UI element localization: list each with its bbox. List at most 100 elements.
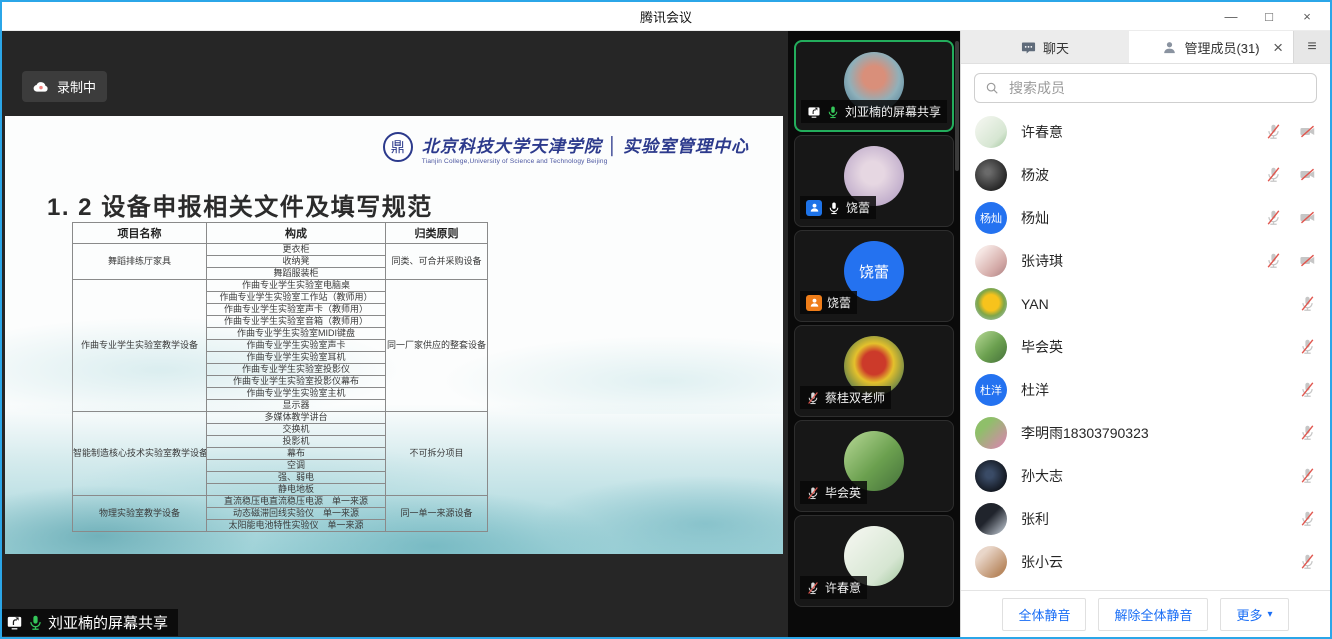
- mic-muted-icon[interactable]: [1265, 123, 1282, 140]
- video-tile[interactable]: 刘亚楠的屏幕共享: [794, 40, 954, 132]
- share-banner-label: 刘亚楠的屏幕共享: [48, 612, 168, 633]
- member-row[interactable]: 张小云: [961, 540, 1330, 583]
- member-avatar: 杜洋: [975, 374, 1007, 406]
- main-content: 录制中 鼎 北京科技大学天津学院│实验室管理中心 Tianjin College…: [2, 31, 1330, 637]
- tile-name-badge: 许春意: [800, 576, 867, 599]
- screen-share-banner: 刘亚楠的屏幕共享: [2, 609, 178, 636]
- panel-close-icon[interactable]: ×: [1273, 39, 1283, 56]
- tab-manage-members[interactable]: 管理成员(31) ··· ×: [1129, 31, 1293, 63]
- member-avatar: [975, 417, 1007, 449]
- slide-header: 鼎 北京科技大学天津学院│实验室管理中心 Tianjin College,Uni…: [5, 116, 783, 165]
- mic-muted-icon[interactable]: [1265, 166, 1282, 183]
- camera-muted-icon[interactable]: [1299, 123, 1316, 140]
- caret-down-icon: ▾: [1268, 609, 1273, 620]
- slide-table-body: 舞蹈排练厅家具更衣柜同类、可合并采购设备收纳凳舞蹈服装柜作曲专业学生实验室教学设…: [73, 244, 488, 532]
- unmute-all-button[interactable]: 解除全体静音: [1098, 598, 1208, 631]
- window-title: 腾讯会议: [640, 7, 692, 26]
- mic-muted-icon[interactable]: [1299, 295, 1316, 312]
- project-name-cell: 作曲专业学生实验室教学设备: [73, 280, 207, 412]
- principle-cell: 同一厂家供应的整套设备: [386, 280, 488, 412]
- member-avatar: [975, 288, 1007, 320]
- camera-muted-icon[interactable]: [1299, 209, 1316, 226]
- table-header-project: 项目名称: [73, 223, 207, 244]
- panel-footer: 全体静音解除全体静音更多▾: [961, 590, 1330, 637]
- composition-cell: 空调: [207, 460, 386, 472]
- member-avatar: [975, 503, 1007, 535]
- composition-cell: 显示器: [207, 400, 386, 412]
- university-name-en: Tianjin College,University of Science an…: [422, 158, 749, 165]
- member-avatar: [975, 116, 1007, 148]
- member-name: 张小云: [1021, 552, 1063, 572]
- member-row[interactable]: 孙大志: [961, 454, 1330, 497]
- mic-muted-icon[interactable]: [1299, 510, 1316, 527]
- camera-muted-icon[interactable]: [1299, 166, 1316, 183]
- more-button[interactable]: 更多▾: [1220, 598, 1288, 631]
- mic-muted-icon[interactable]: [1265, 209, 1282, 226]
- composition-cell: 作曲专业学生实验室投影仪: [207, 364, 386, 376]
- member-status-icons: [1299, 381, 1316, 398]
- member-avatar: [975, 159, 1007, 191]
- panel-more-icon[interactable]: ···: [1244, 40, 1261, 54]
- maximize-icon[interactable]: □: [1250, 2, 1288, 30]
- composition-cell: 静电地板: [207, 484, 386, 496]
- member-row[interactable]: 许春意: [961, 110, 1330, 153]
- member-avatar: [975, 546, 1007, 578]
- member-row[interactable]: 张诗琪: [961, 239, 1330, 282]
- video-tile[interactable]: 饶蕾饶蕾: [794, 230, 954, 322]
- tile-name-badge: 毕会英: [800, 481, 867, 504]
- composition-cell: 作曲专业学生实验室电脑桌: [207, 280, 386, 292]
- member-name: 张诗琪: [1021, 251, 1063, 271]
- mic-muted-icon[interactable]: [1299, 424, 1316, 441]
- window-controls: — □ ×: [1212, 2, 1326, 30]
- video-tile[interactable]: 毕会英: [794, 420, 954, 512]
- mic-muted-icon[interactable]: [1299, 381, 1316, 398]
- composition-cell: 作曲专业学生实验室工作站（教师用）: [207, 292, 386, 304]
- mic-muted-icon[interactable]: [1299, 553, 1316, 570]
- recording-badge[interactable]: 录制中: [22, 71, 107, 102]
- tab-chat[interactable]: 聊天: [961, 31, 1129, 63]
- minimize-icon[interactable]: —: [1212, 2, 1250, 30]
- composition-cell: 太阳能电池特性实验仪 单一来源: [207, 520, 386, 532]
- composition-cell: 作曲专业学生实验室耳机: [207, 352, 386, 364]
- member-row[interactable]: 杨灿杨灿: [961, 196, 1330, 239]
- screen-share-stage: 录制中 鼎 北京科技大学天津学院│实验室管理中心 Tianjin College…: [2, 31, 788, 637]
- mic-muted-icon[interactable]: [1265, 252, 1282, 269]
- member-name: 孙大志: [1021, 466, 1063, 486]
- member-row[interactable]: YAN: [961, 282, 1330, 325]
- member-row[interactable]: 杜洋杜洋: [961, 368, 1330, 411]
- table-header-principle: 归类原则: [386, 223, 488, 244]
- university-logo-icon: 鼎: [383, 132, 413, 162]
- tile-participant-name: 许春意: [825, 579, 861, 596]
- mic-muted-icon[interactable]: [1299, 467, 1316, 484]
- member-row[interactable]: 毕会英: [961, 325, 1330, 368]
- principle-cell: 同一单一来源设备: [386, 496, 488, 532]
- host-role-icon: [806, 295, 822, 311]
- member-list: 许春意杨波杨灿杨灿张诗琪 YAN毕会英杜洋杜洋李明雨18303790323 孙大志张…: [961, 110, 1330, 590]
- table-row: 智能制造核心技术实验室教学设备多媒体教学讲台不可拆分项目: [73, 412, 488, 424]
- tab-chat-label: 聊天: [1043, 38, 1069, 57]
- search-members-input[interactable]: [1007, 79, 1306, 97]
- video-strip-scrollbar[interactable]: [955, 41, 959, 171]
- panel-menu-icon[interactable]: ≡: [1293, 31, 1330, 63]
- composition-cell: 幕布: [207, 448, 386, 460]
- member-status-icons: [1265, 123, 1316, 140]
- video-tile[interactable]: 许春意: [794, 515, 954, 607]
- close-icon[interactable]: ×: [1288, 2, 1326, 30]
- mic-muted-icon[interactable]: [1299, 338, 1316, 355]
- principle-cell: 不可拆分项目: [386, 412, 488, 496]
- member-row[interactable]: 张利: [961, 497, 1330, 540]
- camera-muted-icon[interactable]: [1299, 252, 1316, 269]
- table-row: 作曲专业学生实验室教学设备作曲专业学生实验室电脑桌同一厂家供应的整套设备: [73, 280, 488, 292]
- org-divider: │: [607, 137, 618, 157]
- member-row[interactable]: 李明雨18303790323: [961, 411, 1330, 454]
- mic-on-icon: [827, 201, 841, 215]
- tile-name-badge: 蔡桂双老师: [800, 386, 891, 409]
- composition-cell: 作曲专业学生实验室MIDI键盘: [207, 328, 386, 340]
- member-row[interactable]: 杨波: [961, 153, 1330, 196]
- video-tile[interactable]: 饶蕾: [794, 135, 954, 227]
- mic-on-icon: [27, 614, 44, 631]
- mute-all-button[interactable]: 全体静音: [1002, 598, 1086, 631]
- department-name: 实验室管理中心: [623, 137, 749, 157]
- title-bar: 腾讯会议 — □ ×: [2, 2, 1330, 31]
- video-tile[interactable]: 蔡桂双老师: [794, 325, 954, 417]
